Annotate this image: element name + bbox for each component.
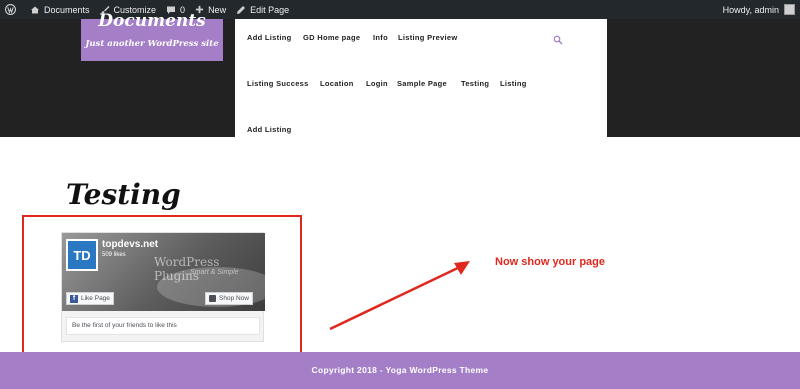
copyright-text: Copyright 2018 - Yoga WordPress Theme <box>311 365 489 375</box>
annotation-arrow-icon <box>329 261 470 331</box>
annotation-text: Now show your page <box>495 256 606 268</box>
site-footer: Copyright 2018 - Yoga WordPress Theme <box>0 352 800 389</box>
